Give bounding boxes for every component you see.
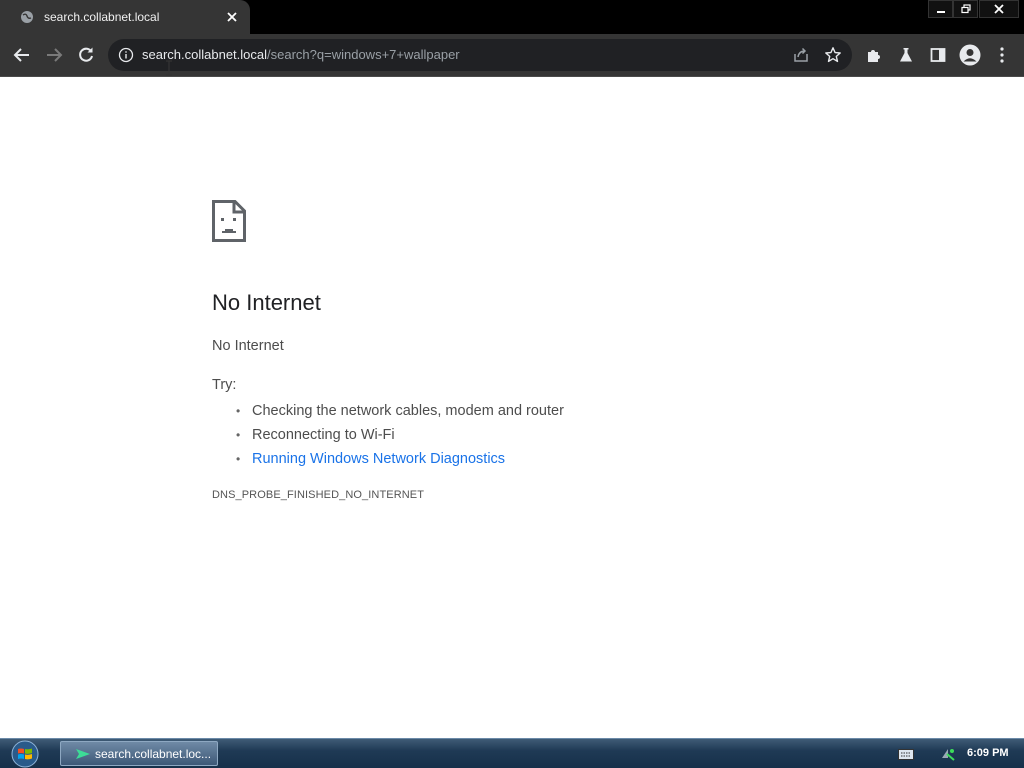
- try-label: Try:: [212, 377, 237, 393]
- suggestion-list: Checking the network cables, modem and r…: [212, 399, 564, 471]
- back-button[interactable]: [10, 43, 34, 67]
- star-icon[interactable]: [824, 46, 842, 64]
- suggestion-item: Checking the network cables, modem and r…: [212, 399, 564, 423]
- keyboard-icon[interactable]: [898, 749, 914, 760]
- browser-app-icon: [76, 749, 90, 759]
- minimize-icon: [936, 11, 945, 13]
- url-path: /search?q=windows+7+wallpaper: [267, 47, 460, 62]
- page-content: No Internet No Internet Try: Checking th…: [0, 77, 1024, 738]
- browser-tab[interactable]: search.collabnet.local: [0, 0, 250, 34]
- windows-start-icon[interactable]: [8, 740, 42, 768]
- window-close-button[interactable]: [979, 0, 1019, 18]
- profile-icon: [959, 44, 981, 66]
- url-host: search.collabnet.local: [142, 47, 268, 62]
- labs-button[interactable]: [894, 43, 918, 67]
- network-diagnostics-link[interactable]: Running Windows Network Diagnostics: [212, 447, 564, 471]
- maximize-icon: [960, 4, 971, 14]
- address-bar[interactable]: search.collabnet.local/search?q=windows+…: [108, 39, 852, 71]
- minimize-button[interactable]: [928, 0, 953, 18]
- share-icon[interactable]: [792, 46, 810, 64]
- info-icon[interactable]: [118, 47, 134, 63]
- extensions-button[interactable]: [862, 43, 886, 67]
- side-panel-icon: [930, 48, 946, 62]
- tab-title: search.collabnet.local: [44, 10, 160, 24]
- taskbar-app-label: search.collabnet.loc...: [95, 747, 212, 761]
- side-panel-button[interactable]: [926, 43, 950, 67]
- suggestion-item: Reconnecting to Wi-Fi: [212, 423, 564, 447]
- url-text: search.collabnet.local/search?q=windows+…: [142, 47, 460, 62]
- menu-button[interactable]: [990, 43, 1014, 67]
- browser-toolbar: search.collabnet.local/search?q=windows+…: [0, 34, 1024, 77]
- menu-icon: [1000, 47, 1004, 63]
- taskbar-app-browser[interactable]: search.collabnet.loc...: [60, 741, 218, 766]
- maximize-button[interactable]: [953, 0, 978, 18]
- sad-document-icon: [212, 200, 246, 242]
- back-icon: [13, 48, 29, 62]
- reload-button[interactable]: [74, 43, 98, 67]
- error-subtitle: No Internet: [212, 338, 284, 354]
- forward-icon: [47, 48, 63, 62]
- system-clock[interactable]: 6:09 PM: [967, 747, 1009, 759]
- globe-icon: [21, 11, 33, 23]
- profile-button[interactable]: [958, 43, 982, 67]
- flask-icon: [900, 48, 912, 62]
- close-icon[interactable]: [224, 9, 240, 25]
- reload-icon: [79, 47, 93, 62]
- window-close-icon: [994, 4, 1004, 14]
- network-icon[interactable]: [940, 746, 956, 762]
- text-cursor-icon: [166, 60, 172, 76]
- error-code: DNS_PROBE_FINISHED_NO_INTERNET: [212, 489, 425, 501]
- forward-button[interactable]: [42, 43, 66, 67]
- taskbar: search.collabnet.loc... 6:09 PM: [0, 738, 1024, 768]
- extensions-icon: [868, 50, 880, 62]
- page-title: No Internet: [212, 290, 321, 315]
- tab-strip: search.collabnet.local: [0, 0, 1024, 34]
